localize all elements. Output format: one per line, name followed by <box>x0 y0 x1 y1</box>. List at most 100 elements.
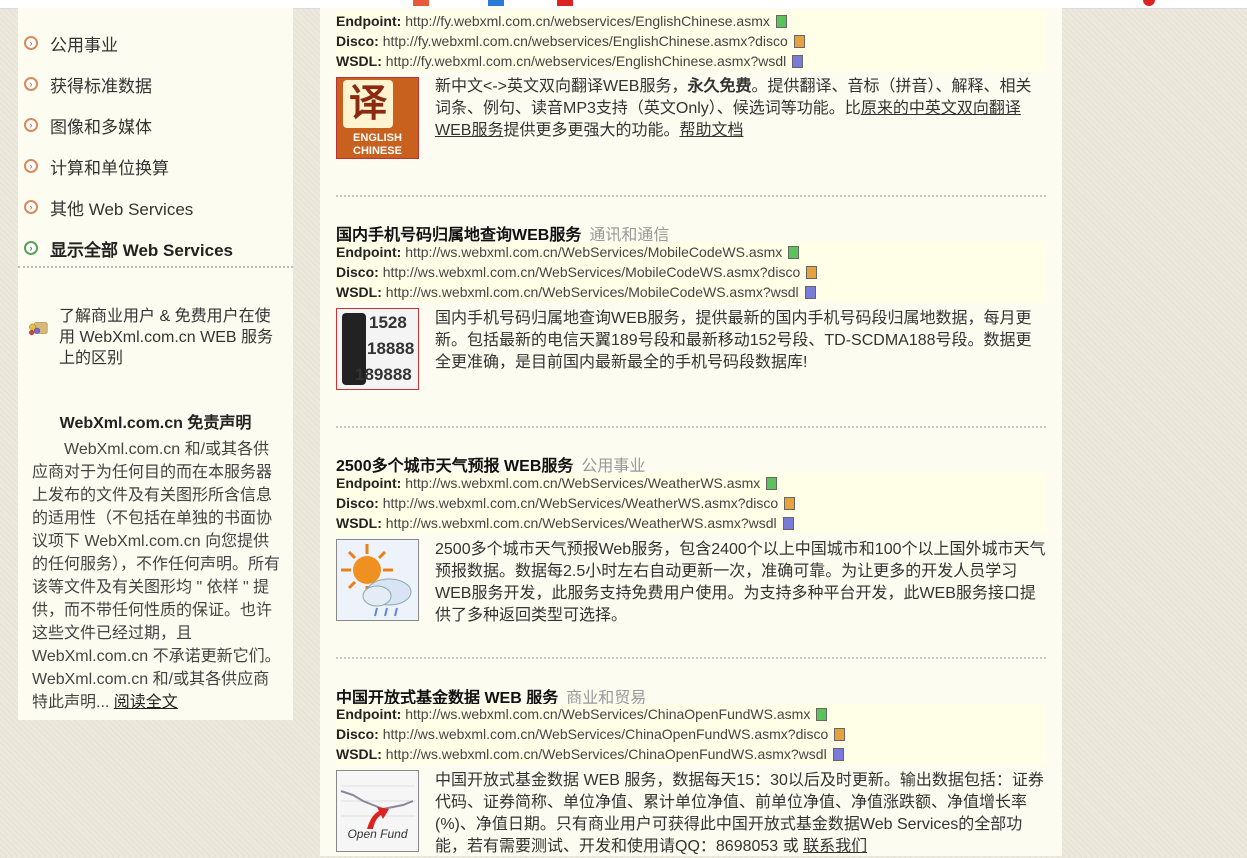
disco-file-icon[interactable] <box>834 728 846 741</box>
service-description: 中国开放式基金数据 WEB 服务，数据每天15：30以后及时更新。输出数据包括：… <box>435 770 1047 858</box>
divider <box>336 195 1046 197</box>
disco-row: Disco: http://ws.webxml.com.cn/WebServic… <box>336 262 1046 282</box>
wsdl-row: WSDL: http://ws.webxml.com.cn/WebService… <box>336 513 1046 533</box>
asmx-file-icon[interactable] <box>775 15 787 28</box>
wsdl-url[interactable]: http://ws.webxml.com.cn/WebServices/Chin… <box>386 746 827 762</box>
disco-file-icon[interactable] <box>784 497 796 510</box>
endpoint-row: Endpoint: http://ws.webxml.com.cn/WebSer… <box>336 704 1046 724</box>
business-info-text: 了解商业用户 & 免费用户在使用 WebXml.com.cn WEB 服务上的区… <box>59 308 274 367</box>
divider <box>18 266 293 268</box>
disco-url[interactable]: http://fy.webxml.com.cn/webservices/Engl… <box>383 33 788 49</box>
sidebar: › 公用事业 › 获得标准数据 › 图像和多媒体 › 计算和单位换算 › 其他 … <box>18 8 293 720</box>
disco-url[interactable]: http://ws.webxml.com.cn/WebServices/Mobi… <box>383 264 801 280</box>
disco-url[interactable]: http://ws.webxml.com.cn/WebServices/Weat… <box>383 495 779 511</box>
sidebar-item-public-utility[interactable]: › 公用事业 <box>24 25 118 61</box>
arrow-right-icon: › <box>24 200 38 214</box>
endpoint-url[interactable]: http://ws.webxml.com.cn/WebServices/Chin… <box>405 706 810 722</box>
sidebar-item-label: 其他 Web Services <box>50 199 194 219</box>
sidebar-item-other[interactable]: › 其他 Web Services <box>24 189 193 225</box>
disco-label: Disco: <box>336 495 379 511</box>
arrow-right-icon: › <box>24 118 38 132</box>
thumb-number: 18888 <box>367 339 415 358</box>
users-icon <box>29 322 48 336</box>
translate-thumb-text: ENGLISH <box>353 132 402 144</box>
disco-row: Disco: http://ws.webxml.com.cn/WebServic… <box>336 493 1046 513</box>
wsdl-file-icon[interactable] <box>792 55 804 68</box>
mobile-thumbnail[interactable]: 1528 18888 189888 <box>336 308 419 390</box>
sidebar-item-label: 公用事业 <box>50 35 118 55</box>
wsdl-label: WSDL: <box>336 515 382 531</box>
wsdl-label: WSDL: <box>336 53 382 69</box>
endpoint-row: Endpoint: http://ws.webxml.com.cn/WebSer… <box>336 473 1046 493</box>
service-description: 新中文<->英文双向翻译WEB服务，永久免费。提供翻译、音标（拼音）、解释、相关… <box>435 76 1047 142</box>
disco-file-icon[interactable] <box>793 35 805 48</box>
asmx-file-icon[interactable] <box>788 246 800 259</box>
endpoint-url[interactable]: http://ws.webxml.com.cn/WebServices/Mobi… <box>405 244 782 260</box>
divider <box>336 657 1046 659</box>
disco-row: Disco: http://fy.webxml.com.cn/webservic… <box>336 31 1046 51</box>
wsdl-url[interactable]: http://ws.webxml.com.cn/WebServices/Weat… <box>386 515 777 531</box>
wsdl-file-icon[interactable] <box>804 286 816 299</box>
sidebar-item-multimedia[interactable]: › 图像和多媒体 <box>24 107 152 143</box>
service-description: 国内手机号码归属地查询WEB服务，提供最新的国内手机号码段归属地数据，每月更新。… <box>435 310 1032 371</box>
translate-thumb-text: CHINESE <box>353 145 402 157</box>
service-description: 2500多个城市天气预报Web服务，包含2400个以上中国城市和100个以上国外… <box>435 541 1046 624</box>
bookmark-icon <box>1143 0 1155 6</box>
sidebar-item-label: 获得标准数据 <box>50 76 152 96</box>
sidebar-item-standard-data[interactable]: › 获得标准数据 <box>24 66 152 102</box>
thumb-number: 1528 <box>369 313 407 332</box>
bookmark-icon <box>557 0 573 6</box>
arrow-right-icon: › <box>24 241 38 255</box>
divider <box>336 426 1046 428</box>
arrow-right-icon: › <box>24 36 38 50</box>
desc-free-bold: 永久免费 <box>687 78 752 95</box>
contact-us-link[interactable]: 联系我们 <box>803 838 867 855</box>
asmx-file-icon[interactable] <box>816 708 828 721</box>
openfund-thumb-text: Open Fund <box>347 827 408 841</box>
wsdl-row: WSDL: http://ws.webxml.com.cn/WebService… <box>336 282 1046 302</box>
disco-url[interactable]: http://ws.webxml.com.cn/WebServices/Chin… <box>383 726 829 742</box>
desc-text: 新中文<->英文双向翻译WEB服务， <box>435 78 688 95</box>
endpoint-label: Endpoint: <box>336 244 402 260</box>
disclaimer-title: WebXml.com.cn 免责声明 <box>59 415 252 432</box>
wsdl-url[interactable]: http://ws.webxml.com.cn/WebServices/Mobi… <box>386 284 799 300</box>
disco-label: Disco: <box>336 33 379 49</box>
wsdl-row: WSDL: http://fy.webxml.com.cn/webservice… <box>336 51 1046 71</box>
read-more-link[interactable]: 阅读全文 <box>114 694 178 711</box>
disco-label: Disco: <box>336 264 379 280</box>
desc-text: 中国开放式基金数据 WEB 服务，数据每天15：30以后及时更新。输出数据包括：… <box>435 772 1044 855</box>
endpoint-label: Endpoint: <box>336 475 402 491</box>
wsdl-file-icon[interactable] <box>782 517 794 530</box>
translate-thumbnail[interactable]: 译 ENGLISH CHINESE <box>336 77 419 159</box>
arrow-right-icon: › <box>24 159 38 173</box>
sidebar-item-calculation[interactable]: › 计算和单位换算 <box>24 148 169 184</box>
wsdl-label: WSDL: <box>336 284 382 300</box>
sidebar-item-label: 计算和单位换算 <box>50 158 169 178</box>
disco-file-icon[interactable] <box>806 266 818 279</box>
endpoint-row: Endpoint: http://ws.webxml.com.cn/WebSer… <box>336 242 1046 262</box>
sun-cloud-icon <box>341 544 412 617</box>
weather-thumbnail[interactable] <box>336 539 419 621</box>
endpoint-label: Endpoint: <box>336 13 402 29</box>
disco-label: Disco: <box>336 726 379 742</box>
bookmark-icon <box>413 0 429 6</box>
business-vs-free-link[interactable]: 了解商业用户 & 免费用户在使用 WebXml.com.cn WEB 服务上的区… <box>28 306 283 369</box>
desc-text: 提供更多更强大的功能。 <box>503 122 680 139</box>
service-list: Endpoint: http://fy.webxml.com.cn/webser… <box>320 8 1062 856</box>
sidebar-item-show-all[interactable]: › 显示全部 Web Services <box>24 230 233 266</box>
wsdl-label: WSDL: <box>336 746 382 762</box>
help-doc-link[interactable]: 帮助文档 <box>679 122 743 139</box>
translate-char: 译 <box>343 80 393 128</box>
endpoint-url[interactable]: http://ws.webxml.com.cn/WebServices/Weat… <box>405 475 760 491</box>
openfund-thumbnail[interactable]: Open Fund <box>336 770 419 852</box>
wsdl-url[interactable]: http://fy.webxml.com.cn/webservices/Engl… <box>386 53 786 69</box>
endpoint-row: Endpoint: http://fy.webxml.com.cn/webser… <box>336 11 1046 31</box>
endpoint-url[interactable]: http://fy.webxml.com.cn/webservices/Engl… <box>405 13 770 29</box>
disclaimer-text: WebXml.com.cn 和/或其各供应商对于为任何目的而在本服务器上发布的文… <box>32 441 281 711</box>
arrow-right-icon: › <box>24 77 38 91</box>
wsdl-file-icon[interactable] <box>832 748 844 761</box>
endpoint-label: Endpoint: <box>336 706 402 722</box>
asmx-file-icon[interactable] <box>766 477 778 490</box>
bookmark-icon <box>488 0 504 6</box>
wsdl-row: WSDL: http://ws.webxml.com.cn/WebService… <box>336 744 1046 764</box>
